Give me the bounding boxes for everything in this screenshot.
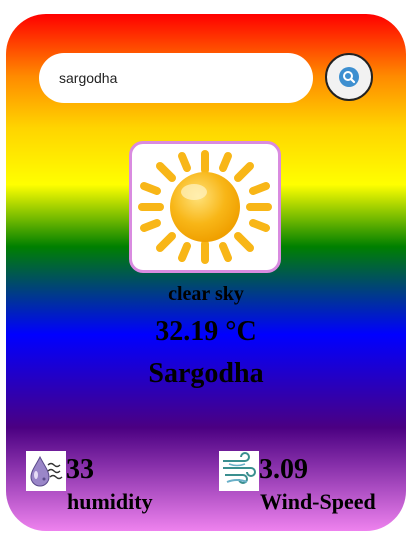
humidity-label: humidity: [67, 489, 153, 514]
wind-speed-value: 3.09: [259, 454, 308, 485]
city-search-input[interactable]: [39, 53, 313, 103]
humidity-icon: [26, 451, 66, 491]
weather-condition: clear sky: [168, 283, 244, 305]
city-name: Sargodha: [148, 358, 264, 389]
weather-card: clear sky 32.19 °C Sargodha 33 humidity …: [6, 14, 406, 531]
sun-icon: [132, 144, 278, 270]
humidity-value: 33: [66, 454, 94, 485]
search-icon: [338, 66, 360, 88]
wind-speed-label: Wind-Speed: [260, 489, 376, 514]
weather-icon-frame: [129, 141, 281, 273]
search-button[interactable]: [325, 53, 373, 101]
wind-icon: [219, 451, 259, 491]
temperature: 32.19 °C: [155, 316, 257, 347]
